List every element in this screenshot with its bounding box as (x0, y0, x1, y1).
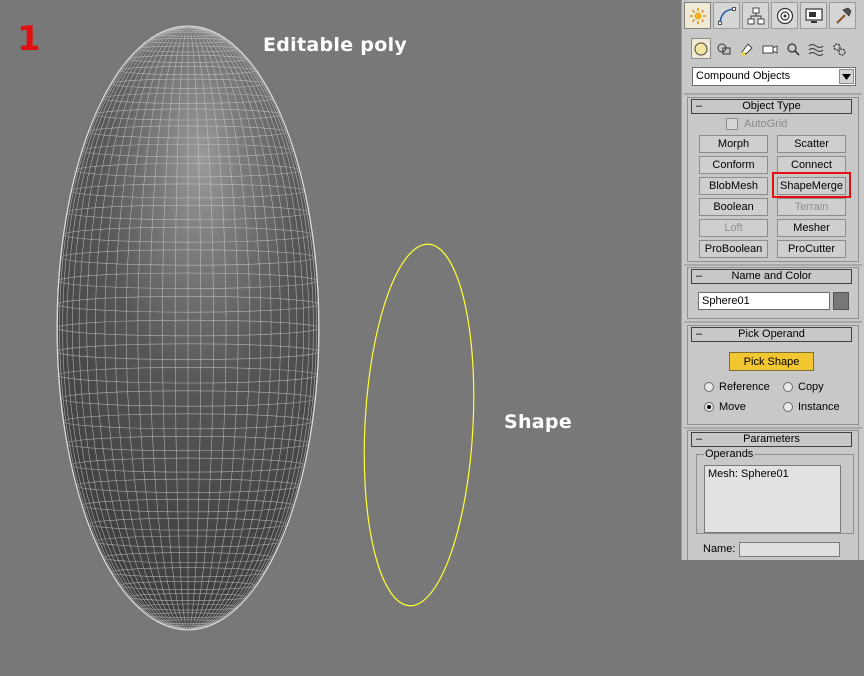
terrain-button[interactable]: Terrain (777, 198, 846, 216)
sun-icon (689, 7, 706, 24)
blobmesh-button[interactable]: BlobMesh (699, 177, 768, 195)
pick-operand-title: Pick Operand (738, 328, 805, 340)
utilities-tab[interactable] (829, 2, 856, 29)
spacewarps-category-button[interactable] (806, 38, 826, 59)
autogrid-label: AutoGrid (744, 118, 788, 130)
name-and-color-rollout-header[interactable]: – Name and Color (691, 269, 852, 284)
motion-icon (776, 7, 793, 24)
list-item[interactable]: Mesh: Sphere01 (708, 468, 837, 480)
monitor-icon (804, 7, 823, 23)
divider (684, 321, 862, 323)
shapes-icon (717, 43, 731, 54)
radio-circle[interactable] (783, 382, 793, 392)
hierarchy-tab[interactable] (742, 2, 769, 29)
object-name-field[interactable]: Sphere01 (698, 292, 830, 310)
name-and-color-title: Name and Color (731, 270, 812, 282)
motion-tab[interactable] (771, 2, 798, 29)
parameters-rollout-header[interactable]: – Parameters (691, 432, 852, 447)
systems-icon (833, 42, 846, 56)
parameters-title: Parameters (743, 433, 800, 445)
divider (684, 264, 862, 266)
operand-name-label: Name: (703, 543, 736, 555)
scatter-button[interactable]: Scatter (777, 135, 846, 153)
category-dropdown-value: Compound Objects (696, 70, 791, 82)
proboolean-button[interactable]: ProBoolean (699, 240, 768, 258)
step-number: 1 (17, 19, 41, 59)
reference-label: Reference (719, 381, 770, 393)
display-tab[interactable] (800, 2, 827, 29)
category-dropdown[interactable]: Compound Objects (692, 67, 856, 86)
shape-ellipse-spline[interactable] (356, 241, 483, 608)
object-type-title: Object Type (742, 100, 801, 112)
object-type-rollout-header[interactable]: – Object Type (691, 99, 852, 114)
geometry-category-button[interactable] (691, 38, 711, 59)
instance-radio[interactable]: Instance (783, 401, 840, 413)
pick-operand-rollout-header[interactable]: – Pick Operand (691, 327, 852, 342)
lights-category-button[interactable] (737, 38, 757, 59)
boolean-button[interactable]: Boolean (699, 198, 768, 216)
hierarchy-icon (747, 7, 764, 24)
helpers-category-button[interactable] (783, 38, 803, 59)
radio-circle[interactable] (704, 382, 714, 392)
divider (684, 427, 862, 429)
autogrid-check-box[interactable] (726, 118, 738, 130)
shapemerge-highlight-box (772, 172, 851, 198)
move-radio[interactable]: Move (704, 401, 746, 413)
command-panel: Compound Objects – Object Type AutoGrid … (681, 0, 864, 560)
reference-radio[interactable]: Reference (704, 381, 770, 393)
copy-label: Copy (798, 381, 824, 393)
systems-category-button[interactable] (829, 38, 849, 59)
loft-button[interactable]: Loft (699, 219, 768, 237)
radio-circle[interactable] (783, 402, 793, 412)
cameras-category-button[interactable] (760, 38, 780, 59)
command-panel-tabs (684, 2, 862, 30)
shapes-category-button[interactable] (714, 38, 734, 59)
editable-poly-label: Editable poly (263, 34, 408, 56)
divider (684, 93, 862, 95)
pick-shape-button[interactable]: Pick Shape (729, 352, 814, 371)
operands-list[interactable]: Mesh: Sphere01 (704, 465, 841, 533)
cameras-icon (762, 44, 778, 54)
spacewarps-icon (808, 43, 824, 56)
radio-circle-selected[interactable] (704, 402, 714, 412)
copy-radio[interactable]: Copy (783, 381, 824, 393)
lights-icon (741, 42, 753, 56)
viewport-canvas[interactable] (0, 0, 681, 676)
procutter-button[interactable]: ProCutter (777, 240, 846, 258)
object-color-swatch[interactable] (833, 292, 849, 310)
autogrid-checkbox[interactable]: AutoGrid (726, 118, 787, 130)
operand-name-input[interactable] (739, 542, 840, 557)
shape-label: Shape (504, 411, 573, 433)
chevron-down-icon (842, 73, 851, 80)
morph-button[interactable]: Morph (699, 135, 768, 153)
mesher-button[interactable]: Mesher (777, 219, 846, 237)
curve-icon (717, 6, 736, 25)
category-buttons (691, 38, 863, 60)
modify-tab[interactable] (713, 2, 740, 29)
dropdown-arrow-button[interactable] (839, 69, 854, 84)
conform-button[interactable]: Conform (699, 156, 768, 174)
create-tab[interactable] (684, 2, 711, 29)
geometry-icon (694, 42, 708, 55)
editable-poly-sphere[interactable] (56, 25, 320, 631)
helpers-icon (787, 42, 800, 56)
move-label: Move (719, 401, 746, 413)
operands-group-title: Operands (704, 448, 755, 460)
hammer-icon (835, 7, 851, 24)
instance-label: Instance (798, 401, 840, 413)
